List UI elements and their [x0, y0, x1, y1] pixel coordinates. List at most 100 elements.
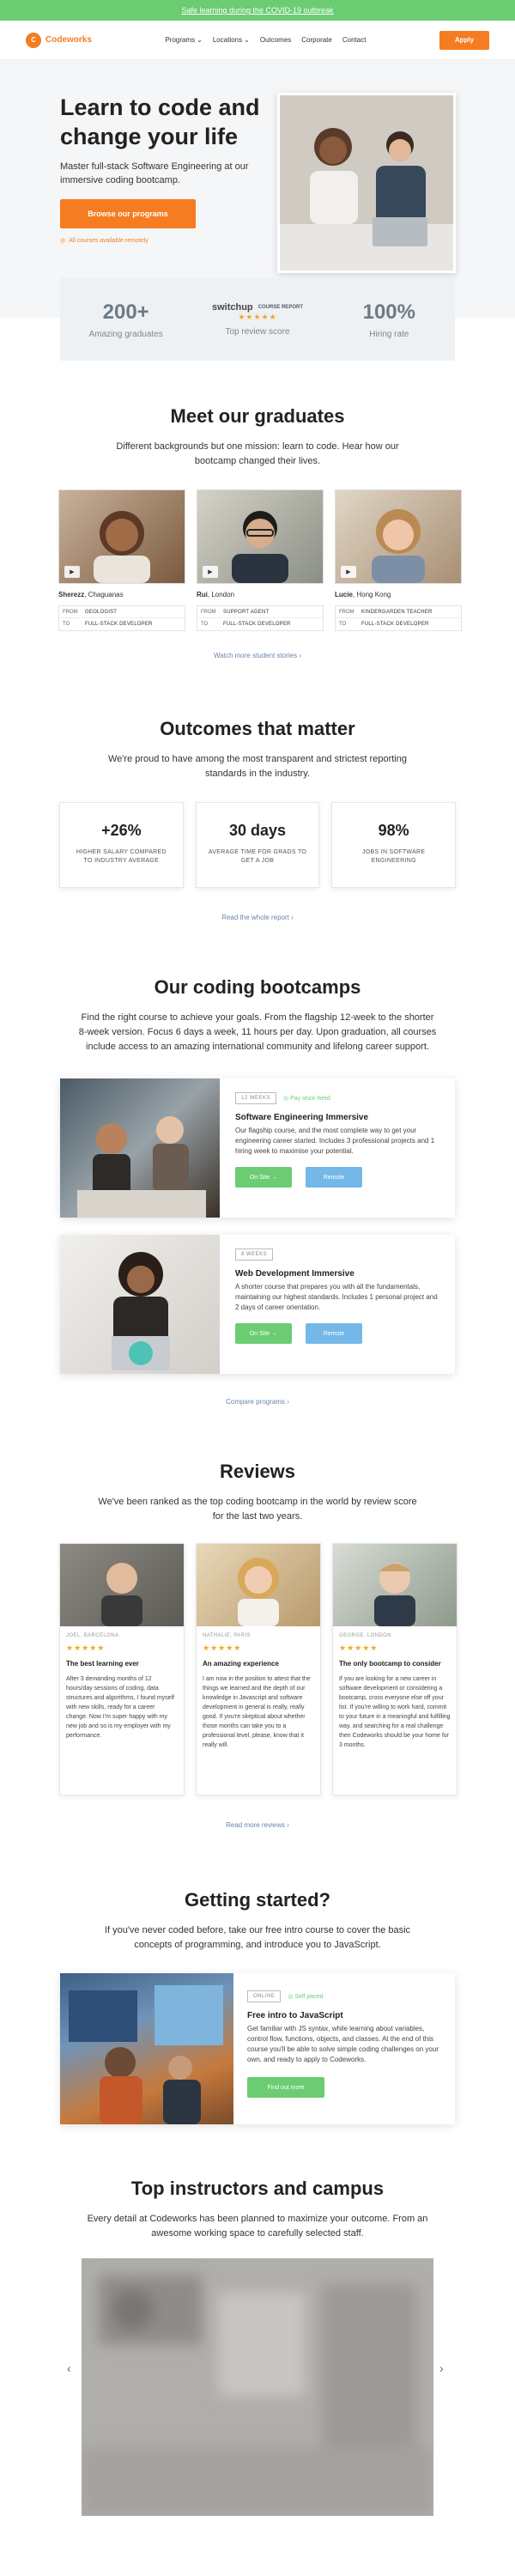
review-title: The best learning ever	[66, 1660, 139, 1668]
chevron-right-icon[interactable]: ›	[439, 2361, 444, 2375]
more-reviews-link[interactable]: Read more reviews ›	[0, 1821, 515, 1829]
outcome-label: HIGHER SALARY COMPARED TO INDUSTRY AVERA…	[76, 849, 167, 864]
career-change-table: FROM KINDERGARDEN TEACHER TO FULL-STACK DE…	[335, 605, 462, 631]
nav-menu: Programs ⌄ Locations ⌄ Outcomes Corporate …	[165, 36, 366, 44]
browse-programs-button[interactable]: Browse our programs	[60, 199, 196, 228]
outcome-card: 30 days AVERAGE TIME FOR GRADS TO GET A …	[195, 802, 320, 888]
course-photo	[60, 1078, 220, 1218]
from-value: GEOLOGIST	[85, 609, 118, 615]
play-icon[interactable]: ▶	[64, 566, 80, 578]
play-icon[interactable]: ▶	[203, 566, 218, 578]
stat-value: 200+	[102, 300, 149, 324]
outcomes-subtitle: We're proud to have among the most trans…	[108, 754, 407, 779]
graduate-video[interactable]: ▶	[197, 489, 324, 584]
stats-bar: 200+ Amazing graduates switchup COURSE R…	[60, 278, 455, 361]
reviewer-portrait	[101, 1563, 142, 1626]
reviewer-photo	[333, 1544, 457, 1626]
course-title: Software Engineering Immersive	[235, 1113, 369, 1122]
apply-button[interactable]: Apply	[439, 30, 489, 50]
to-label: TO	[339, 622, 347, 627]
stat-label: Amazing graduates	[88, 329, 163, 339]
top-nav: C Codeworks Programs ⌄ Locations ⌄ Outcome…	[0, 21, 515, 60]
getting-started-title: Getting started?	[185, 1889, 330, 1911]
online-tag: ONLINE	[247, 1990, 282, 2002]
intro-course-card: ONLINE ◎ Self paced Free intro to JavaScr…	[60, 1973, 455, 2124]
stat-review: switchup COURSE REPORT ★★★★★ Top review …	[193, 302, 322, 337]
reviews-subtitle: We've been ranked as the top coding boot…	[98, 1497, 417, 1522]
from-label: FROM	[339, 609, 354, 615]
outcome-label: AVERAGE TIME FOR GRADS TO GET A JOB	[208, 849, 307, 864]
play-icon[interactable]: ▶	[341, 566, 356, 578]
star-rating: ★★★★★	[203, 1643, 242, 1652]
career-change-table: FROM SUPPORT AGENT TO FULL-STACK DEVELOPER	[197, 605, 324, 631]
to-value: FULL-STACK DEVELOPER	[85, 622, 153, 627]
nav-item-programs[interactable]: Programs ⌄	[165, 36, 202, 44]
note-text: Self paced	[294, 1994, 324, 2000]
student-illustration	[112, 1252, 170, 1370]
course-description: A shorter course that prepares you with …	[235, 1283, 438, 1311]
remote-note-text: All courses available remotely	[69, 237, 148, 244]
nav-item-contact[interactable]: Contact	[342, 36, 367, 44]
chevron-left-icon[interactable]: ‹	[67, 2361, 71, 2375]
reviewer-meta: GEORGE, LONDON	[339, 1633, 391, 1638]
reviewer-meta: NATHALIE, PARIS	[203, 1633, 251, 1638]
place: , Hong Kong	[352, 591, 391, 598]
graduate-name: Lucie, Hong Kong	[335, 591, 462, 598]
chevron-down-icon: ⌄	[244, 36, 250, 44]
graduates-title: Meet our graduates	[170, 405, 345, 427]
remote-button[interactable]: Remote	[306, 1323, 362, 1344]
switchup-logo: switchup	[211, 302, 253, 313]
outcome-card: 98% JOBS IN SOFTWARE ENGINEERING	[331, 802, 457, 888]
graduates-subtitle: Different backgrounds but one mission: l…	[116, 441, 399, 466]
nav-item-corporate[interactable]: Corporate	[301, 36, 332, 44]
desk-illustration	[69, 1985, 223, 2124]
outcome-value: 98%	[378, 822, 409, 839]
graduate-card[interactable]: ▶ Lucie, Hong Kong FROM KINDERGARDEN TEAC…	[335, 489, 462, 631]
review-logos: switchup COURSE REPORT	[193, 302, 322, 313]
graduate-name: Rui, London	[197, 591, 324, 598]
report-link[interactable]: Read the whole report ›	[0, 914, 515, 921]
intro-course-title: Free intro to JavaScript	[247, 2011, 343, 2020]
outcomes-section: Outcomes that matter We're proud to have…	[0, 718, 515, 921]
logo-icon: C	[26, 32, 41, 48]
review-title: The only bootcamp to consider	[339, 1660, 441, 1668]
star-rating: ★★★★★	[66, 1643, 106, 1652]
stat-hiring: 100% Hiring rate	[324, 301, 453, 339]
from-value: SUPPORT AGENT	[223, 609, 270, 615]
nav-item-locations[interactable]: Locations ⌄	[213, 36, 250, 44]
nav-item-outcomes[interactable]: Outcomes	[260, 36, 291, 44]
from-label: FROM	[201, 609, 216, 615]
reviewer-portrait	[238, 1558, 279, 1626]
reviewer-photo	[197, 1544, 320, 1626]
chevron-down-icon: ⌄	[197, 36, 203, 44]
review-text: After 3 demanding months of 12 hours/day…	[66, 1676, 175, 1739]
on-site-button[interactable]: On Site →	[235, 1323, 292, 1344]
hero-title: Learn to code and change your life	[60, 94, 260, 149]
graduate-card[interactable]: ▶ Rui, London FROM SUPPORT AGENT TO FULL-S…	[197, 489, 324, 631]
students-illustration	[280, 95, 453, 270]
remote-button[interactable]: Remote	[306, 1167, 362, 1188]
graduate-card[interactable]: ▶ Sherezz, Chaguanas FROM GEOLOGIST TO FUL…	[58, 489, 185, 631]
graduate-video[interactable]: ▶	[335, 489, 462, 584]
instructors-section: Top instructors and campus Every detail …	[0, 2178, 515, 2516]
find-out-more-button[interactable]: Find out more	[247, 2077, 324, 2098]
remote-note: ◎ All courses available remotely	[60, 237, 283, 245]
note-text: Pay once hired	[290, 1096, 330, 1102]
info-icon: ◎	[283, 1096, 291, 1102]
graduate-video[interactable]: ▶	[58, 489, 185, 584]
star-rating: ★★★★★	[238, 313, 277, 321]
intro-course-photo	[60, 1973, 233, 2124]
on-site-button[interactable]: On Site →	[235, 1167, 292, 1188]
getting-started-section: Getting started? If you've never coded b…	[0, 1889, 515, 2124]
nav-label: Locations	[212, 36, 243, 44]
to-label: TO	[201, 622, 209, 627]
outcomes-title: Outcomes that matter	[160, 718, 355, 739]
nav-label: Programs	[165, 36, 196, 44]
covid-banner-link[interactable]: Safe learning during the COVID-19 outbre…	[0, 0, 515, 21]
compare-programs-link[interactable]: Compare programs ›	[0, 1398, 515, 1406]
brand-logo[interactable]: C Codeworks	[26, 32, 92, 48]
star-rating: ★★★★★	[339, 1643, 379, 1652]
name: Sherezz	[58, 591, 85, 598]
student-stories-link[interactable]: Watch more student stories ›	[0, 652, 515, 659]
course-report-logo: COURSE REPORT	[258, 304, 303, 310]
